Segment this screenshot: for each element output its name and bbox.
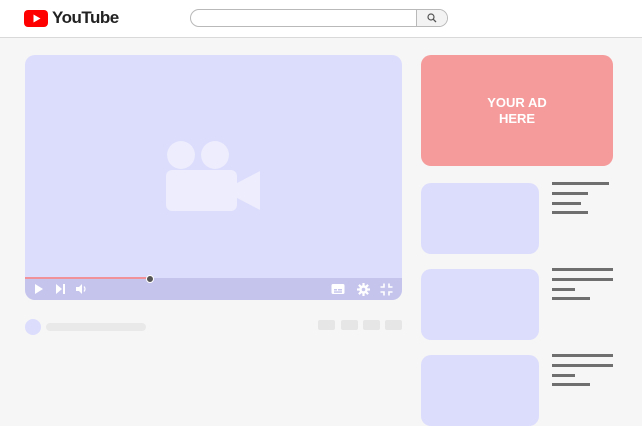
suggested-video-thumbnail[interactable] xyxy=(421,355,539,426)
suggested-video-meta-line xyxy=(552,297,590,300)
suggested-video-thumbnail[interactable] xyxy=(421,269,539,340)
video-player[interactable] xyxy=(25,55,402,300)
search-button[interactable] xyxy=(416,10,447,26)
exit-fullscreen-icon[interactable] xyxy=(380,283,393,296)
search-input[interactable] xyxy=(190,9,448,27)
suggested-video-title-line xyxy=(552,192,588,195)
video-camera-icon xyxy=(166,141,260,211)
channel-avatar[interactable] xyxy=(25,319,41,335)
suggested-video-meta-line xyxy=(552,288,575,291)
video-action-share[interactable] xyxy=(363,320,380,330)
video-title-placeholder xyxy=(46,323,146,331)
subtitles-icon[interactable] xyxy=(331,283,345,295)
ad-banner[interactable]: YOUR AD HERE xyxy=(421,55,613,166)
suggested-video-title-line xyxy=(552,268,613,271)
suggested-video-title-line xyxy=(552,182,609,185)
youtube-play-logo-icon xyxy=(24,9,48,27)
progress-scrubber[interactable] xyxy=(146,275,155,283)
suggested-video-meta-line xyxy=(552,211,588,214)
next-icon[interactable] xyxy=(55,283,66,295)
volume-icon[interactable] xyxy=(75,283,87,295)
suggested-video-meta-line xyxy=(552,383,590,386)
progress-bar[interactable] xyxy=(25,277,150,279)
suggested-video-title-line xyxy=(552,364,613,367)
ad-text: YOUR AD HERE xyxy=(487,94,547,126)
video-action-like[interactable] xyxy=(318,320,335,330)
suggested-video-meta-line xyxy=(552,202,581,205)
top-bar: YouTube xyxy=(0,0,642,38)
suggested-video-title-line xyxy=(552,354,613,357)
video-action-dislike[interactable] xyxy=(341,320,358,330)
search-icon xyxy=(427,13,437,23)
video-action-save[interactable] xyxy=(385,320,402,330)
suggested-video-meta-line xyxy=(552,374,575,377)
youtube-logo[interactable]: YouTube xyxy=(24,8,119,28)
settings-icon[interactable] xyxy=(357,283,370,296)
suggested-video-title-line xyxy=(552,278,613,281)
logo-text: YouTube xyxy=(52,8,119,27)
suggested-video-thumbnail[interactable] xyxy=(421,183,539,254)
player-controls xyxy=(25,275,402,300)
play-icon[interactable] xyxy=(34,283,44,295)
